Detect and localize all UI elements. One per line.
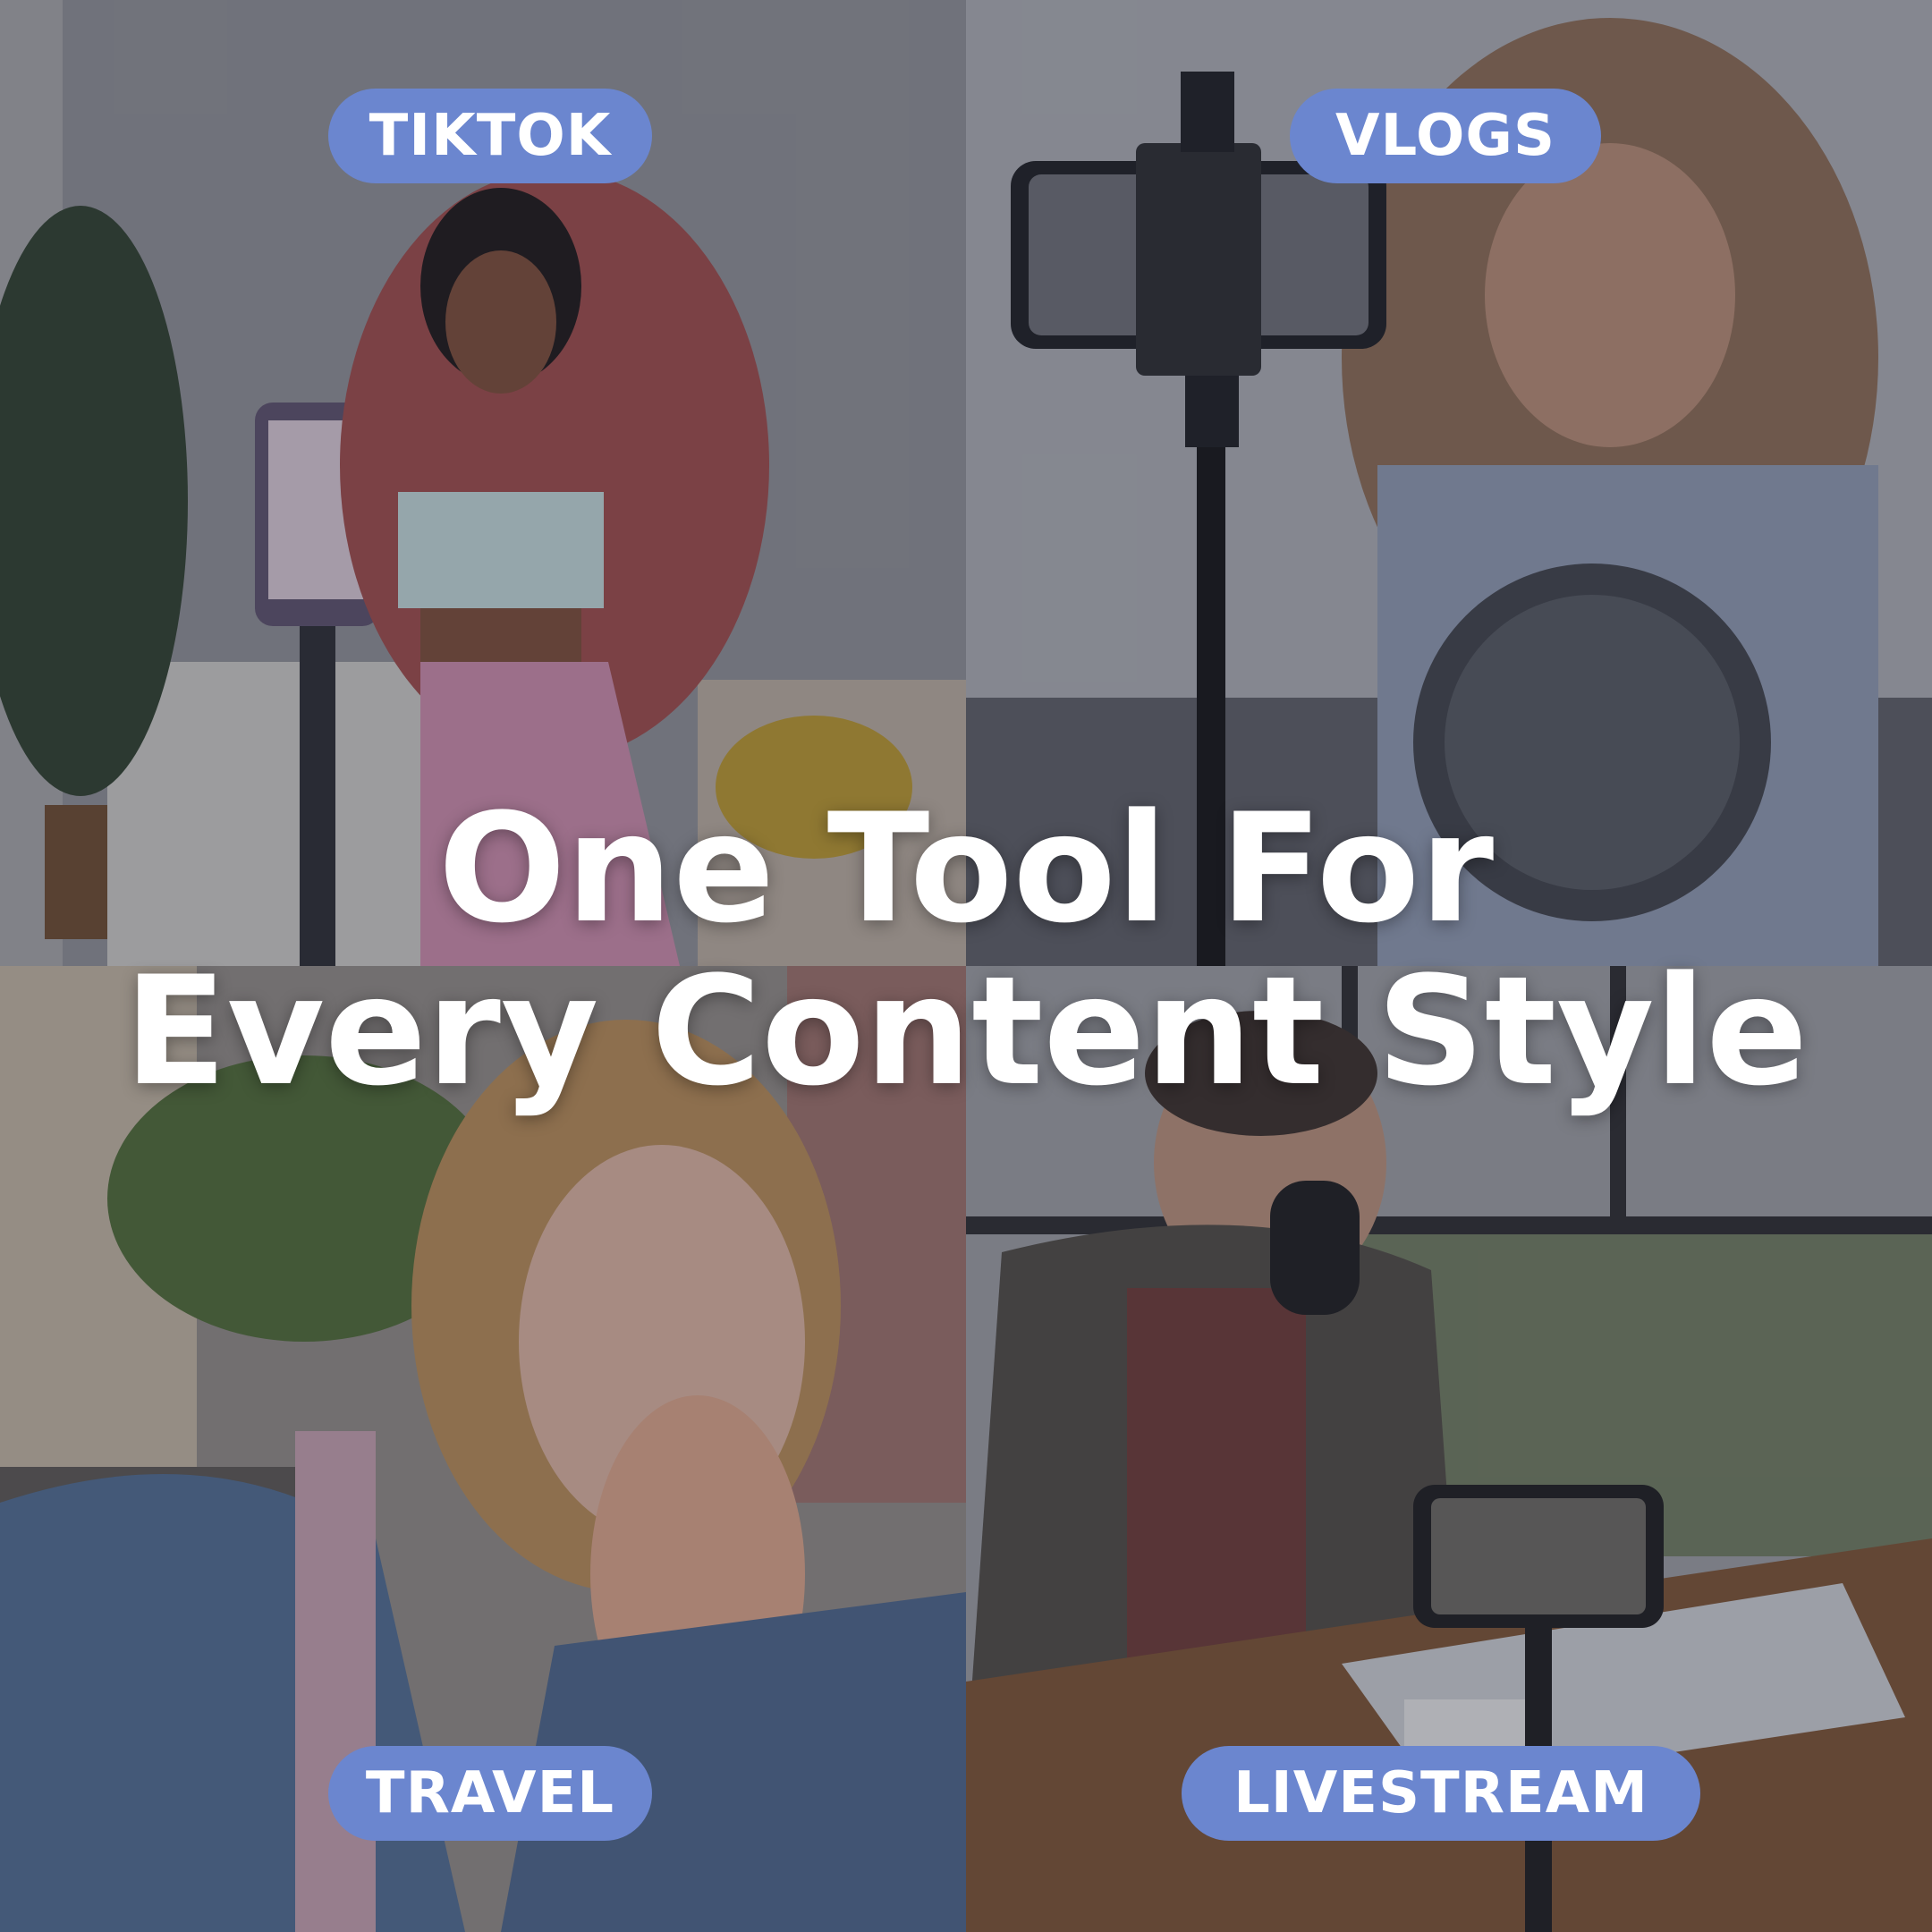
travel-tag: TRAVEL (328, 1746, 652, 1841)
headline: One Tool For Every Content Style (0, 787, 1932, 1113)
headline-line-1: One Tool For (437, 781, 1495, 956)
collage-canvas: TIKTOK VLOGS TRAVEL LIVESTREAM One Tool … (0, 0, 1932, 1932)
headline-line-2: Every Content Style (123, 944, 1809, 1119)
tiktok-tag: TIKTOK (328, 89, 652, 183)
vlogs-tag: VLOGS (1290, 89, 1601, 183)
livestream-tag: LIVESTREAM (1182, 1746, 1700, 1841)
